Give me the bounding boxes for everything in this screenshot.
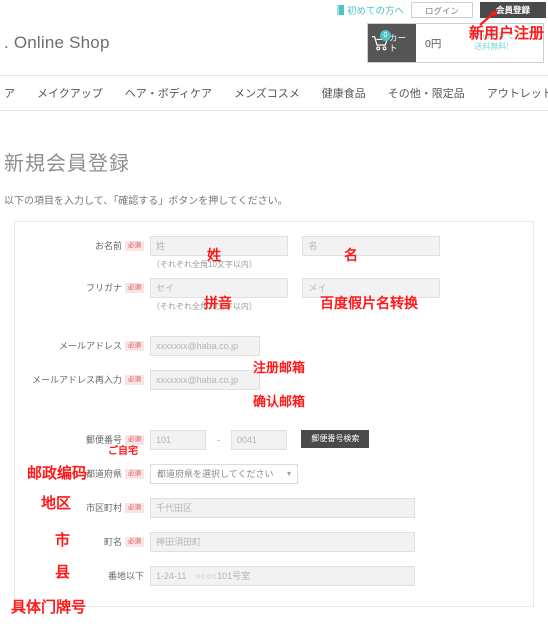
form-row-furigana: フリガナ 必須 セイ メイ （それぞれ全角10文字以内）	[15, 278, 533, 318]
label-name: お名前 必須	[15, 236, 150, 256]
main-content: 新規会員登録 以下の項目を入力して、「確認する」ボタンを押してください。 お名前…	[0, 111, 548, 607]
book-icon	[336, 5, 344, 15]
first-name-input[interactable]: 名	[302, 236, 441, 256]
label-name-text: お名前	[94, 241, 122, 251]
label-town-text: 町名	[103, 537, 122, 547]
page-description: 以下の項目を入力して、「確認する」ボタンを押してください。	[4, 196, 288, 207]
city-input[interactable]: 千代田区	[150, 498, 415, 518]
label-address: 番地以下	[15, 566, 150, 586]
cart-label: カート	[389, 33, 407, 53]
label-email: メールアドレス 必須	[15, 336, 150, 356]
label-address-text: 番地以下	[107, 571, 144, 581]
required-badge-zip: 必須	[125, 435, 144, 445]
form-row-email: メールアドレス 必須 xxxxxxx@haba.co.jp	[15, 336, 533, 356]
form-row-city: 市区町村 必須 千代田区	[15, 498, 533, 518]
cart-widget[interactable]: 0 カート 0円 5/25(月)まで 送料無料!	[367, 23, 544, 63]
email-confirm-input[interactable]: xxxxxxx@haba.co.jp	[150, 370, 260, 390]
label-furigana: フリガナ 必須	[15, 278, 150, 298]
required-badge-town: 必須	[125, 537, 144, 547]
form-row-name: お名前 必須 姓 名 （それぞれ全角10文字以内）	[15, 236, 533, 276]
fields-name: 姓 名 （それぞれ全角10文字以内）	[150, 236, 533, 276]
required-badge-name: 必須	[125, 241, 144, 251]
mei-input[interactable]: メイ	[302, 278, 441, 298]
label-prefecture: 都道府県 必須	[15, 464, 150, 484]
label-city: 市区町村 必須	[15, 498, 150, 518]
note-furigana: （それぞれ全角10文字以内）	[152, 302, 257, 311]
fields-zip: 101 - 0041 郵便番号検索	[150, 430, 533, 450]
label-prefecture-text: 都道府県	[85, 469, 122, 479]
label-zip-text: 郵便番号	[85, 435, 122, 445]
brand-logo[interactable]: . Online Shop	[4, 33, 110, 53]
fields-furigana: セイ メイ （それぞれ全角10文字以内）	[150, 278, 533, 318]
label-zip: 郵便番号 必須	[15, 430, 150, 450]
utility-strip: 初めての方へ ログイン 会員登録	[336, 0, 548, 20]
zip-search-button[interactable]: 郵便番号検索	[301, 430, 370, 448]
chevron-down-icon: ▾	[286, 469, 291, 478]
fields-email: xxxxxxx@haba.co.jp	[150, 336, 533, 356]
nav-item-1[interactable]: メイクアップ	[37, 85, 103, 101]
fields-email-confirm: xxxxxxx@haba.co.jp	[150, 370, 533, 390]
cart-total-price: 0円	[425, 37, 442, 50]
zip-first-input[interactable]: 101	[150, 430, 206, 450]
annotation-arrow-register	[479, 10, 498, 26]
cart-widget-icon-area[interactable]: 0 カート	[368, 24, 416, 62]
registration-form: お名前 必須 姓 名 （それぞれ全角10文字以内） フリガナ 必須 セイ メイ …	[14, 221, 534, 607]
fields-city: 千代田区	[150, 498, 533, 518]
required-badge-furigana: 必須	[125, 283, 144, 293]
label-town: 町名 必須	[15, 532, 150, 552]
free-shipping-notice: 5/25(月)まで 送料無料!	[469, 31, 514, 51]
form-row-address: 番地以下 1-24-11 ○○○○101号室	[15, 566, 533, 586]
zip-second-input[interactable]: 0041	[230, 430, 287, 450]
nav-item-0[interactable]: ア	[4, 85, 15, 101]
required-badge-email: 必須	[125, 341, 144, 351]
last-name-input[interactable]: 姓	[150, 236, 288, 256]
first-time-label: 初めての方へ	[346, 6, 404, 17]
prefecture-selected-value: 都道府県を選択してください	[157, 469, 274, 479]
fields-town: 神田須田町	[150, 532, 533, 552]
note-name: （それぞれ全角10文字以内）	[152, 260, 257, 269]
nav-item-3[interactable]: メンズコスメ	[234, 85, 300, 101]
zip-separator: -	[216, 435, 220, 445]
cart-icon: 0	[371, 30, 391, 52]
label-email-confirm: メールアドレス再入力 必須	[15, 370, 150, 390]
form-row-email-confirm: メールアドレス再入力 必須 xxxxxxx@haba.co.jp	[15, 370, 533, 390]
cart-badge: 0	[380, 30, 391, 41]
login-button[interactable]: ログイン	[411, 2, 473, 18]
label-furigana-text: フリガナ	[85, 283, 122, 293]
town-input[interactable]: 神田須田町	[150, 532, 415, 552]
fields-address: 1-24-11 ○○○○101号室	[150, 566, 533, 586]
email-input[interactable]: xxxxxxx@haba.co.jp	[150, 336, 260, 356]
form-row-zip: 郵便番号 必須 101 - 0041 郵便番号検索	[15, 430, 533, 450]
label-email-text: メールアドレス	[58, 341, 122, 351]
label-city-text: 市区町村	[85, 503, 122, 513]
nav-item-6[interactable]: アウトレット	[487, 85, 548, 101]
cart-summary: 0円 5/25(月)まで 送料無料!	[416, 24, 543, 62]
required-badge-email-confirm: 必須	[125, 375, 144, 385]
label-email-confirm-text: メールアドレス再入力	[31, 375, 122, 385]
form-row-prefecture: 都道府県 必須 都道府県を選択してください ▾	[15, 464, 533, 484]
required-badge-city: 必須	[125, 503, 144, 513]
nav-item-2[interactable]: ヘア・ボディケア	[125, 85, 212, 101]
prefecture-select[interactable]: 都道府県を選択してください ▾	[150, 464, 298, 484]
address-input[interactable]: 1-24-11 ○○○○101号室	[150, 566, 415, 586]
page-title: 新規会員登録	[4, 153, 130, 175]
category-nav: ア メイクアップ ヘア・ボディケア メンズコスメ 健康食品 その他・限定品 アウ…	[0, 76, 548, 111]
first-time-link[interactable]: 初めての方へ	[336, 3, 404, 17]
form-row-town: 町名 必須 神田須田町	[15, 532, 533, 552]
nav-item-4[interactable]: 健康食品	[322, 85, 366, 101]
site-header: . Online Shop 初めての方へ ログイン 会員登録 0 カート 0円 …	[0, 0, 548, 76]
sei-input[interactable]: セイ	[150, 278, 288, 298]
fields-prefecture: 都道府県を選択してください ▾	[150, 464, 533, 484]
nav-item-5[interactable]: その他・限定品	[388, 85, 465, 101]
required-badge-prefecture: 必須	[125, 469, 144, 479]
